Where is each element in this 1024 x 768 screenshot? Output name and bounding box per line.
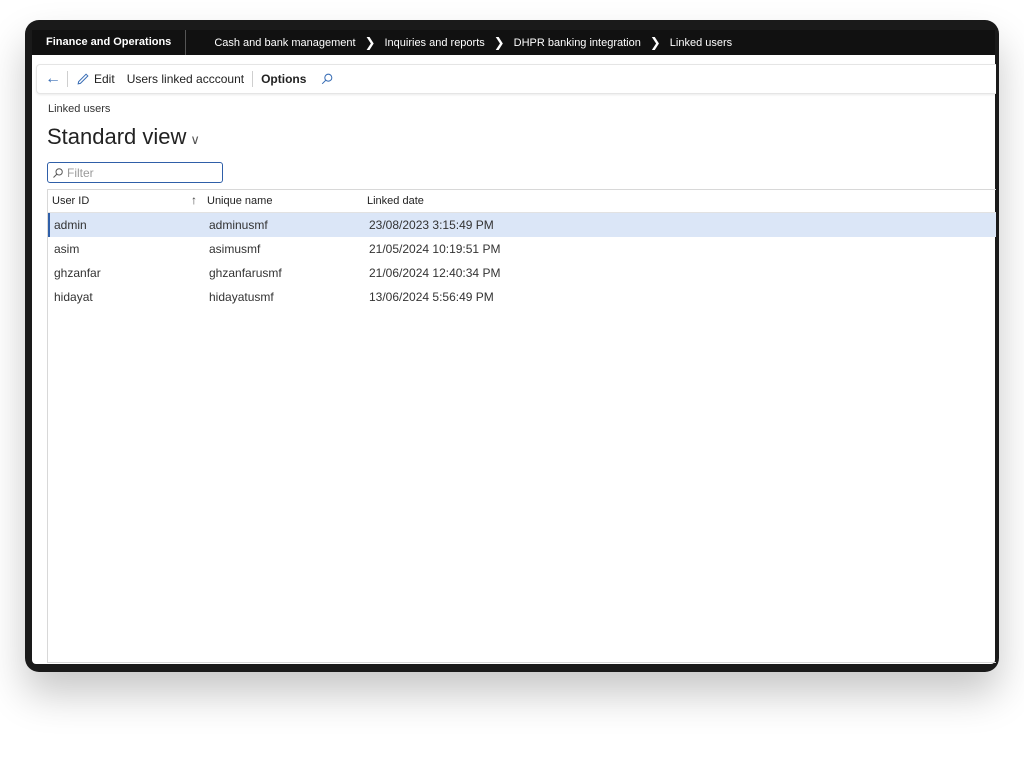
pencil-icon xyxy=(77,73,89,85)
search-icon xyxy=(53,167,63,178)
cell-linked-date[interactable]: 21/05/2024 10:19:51 PM xyxy=(365,242,669,256)
cell-linked-date[interactable]: 21/06/2024 12:40:34 PM xyxy=(365,266,669,280)
column-header-linked-date[interactable]: Linked date xyxy=(363,195,667,207)
view-title: Standard view xyxy=(47,124,187,149)
cell-user-id[interactable]: hidayat xyxy=(48,290,199,304)
linked-users-grid: User ID ↑ Unique name Linked date admin … xyxy=(47,189,996,663)
cell-linked-date[interactable]: 23/08/2023 3:15:49 PM xyxy=(365,218,669,232)
chevron-right-icon: ❯ xyxy=(364,35,376,50)
table-row[interactable]: ghzanfar ghzanfarusmf 21/06/2024 12:40:3… xyxy=(48,261,996,285)
sort-up-icon: ↑ xyxy=(191,193,197,207)
filter-input[interactable] xyxy=(67,165,207,180)
grid-header: User ID ↑ Unique name Linked date xyxy=(48,190,996,213)
breadcrumb-dhpr[interactable]: DHPR banking integration xyxy=(514,37,641,49)
cell-unique-name[interactable]: ghzanfarusmf xyxy=(199,266,365,280)
edit-button[interactable]: Edit xyxy=(70,72,121,86)
column-header-user-id[interactable]: User ID ↑ xyxy=(48,193,197,207)
table-row[interactable]: asim asimusmf 21/05/2024 10:19:51 PM xyxy=(48,237,996,261)
page-caption: Linked users xyxy=(48,103,111,115)
divider xyxy=(252,71,254,87)
app-brand[interactable]: Finance and Operations xyxy=(32,30,187,55)
search-icon[interactable] xyxy=(320,72,334,86)
table-row[interactable]: admin adminusmf 23/08/2023 3:15:49 PM xyxy=(48,213,996,237)
cell-user-id[interactable]: asim xyxy=(48,242,199,256)
column-label: User ID xyxy=(52,195,90,207)
edit-label: Edit xyxy=(94,72,115,86)
cell-unique-name[interactable]: hidayatusmf xyxy=(199,290,365,304)
chevron-right-icon: ❯ xyxy=(649,35,661,50)
breadcrumb-cash-bank[interactable]: Cash and bank management xyxy=(214,37,355,49)
cell-user-id[interactable]: admin xyxy=(50,218,199,232)
cell-unique-name[interactable]: adminusmf xyxy=(199,218,365,232)
action-pane: ← Edit Users linked acccount Options xyxy=(36,64,996,94)
table-row[interactable]: hidayat hidayatusmf 13/06/2024 5:56:49 P… xyxy=(48,285,996,309)
cell-user-id[interactable]: ghzanfar xyxy=(48,266,199,280)
breadcrumb-inquiries[interactable]: Inquiries and reports xyxy=(384,37,484,49)
chevron-down-icon: ∨ xyxy=(190,132,200,147)
back-arrow-icon[interactable]: ← xyxy=(37,70,65,88)
cell-linked-date[interactable]: 13/06/2024 5:56:49 PM xyxy=(365,290,669,304)
divider xyxy=(67,71,68,87)
filter-box[interactable] xyxy=(47,162,223,183)
breadcrumb: Cash and bank management ❯ Inquiries and… xyxy=(186,35,732,50)
column-header-unique-name[interactable]: Unique name xyxy=(197,195,363,207)
breadcrumb-linked-users[interactable]: Linked users xyxy=(670,37,732,49)
cell-unique-name[interactable]: asimusmf xyxy=(199,242,365,256)
chevron-right-icon: ❯ xyxy=(493,35,505,50)
view-selector[interactable]: Standard view ∨ xyxy=(47,124,200,150)
users-linked-account-button[interactable]: Users linked acccount xyxy=(121,72,250,86)
top-navigation-bar: Finance and Operations Cash and bank man… xyxy=(32,30,995,55)
options-button[interactable]: Options xyxy=(255,72,312,86)
